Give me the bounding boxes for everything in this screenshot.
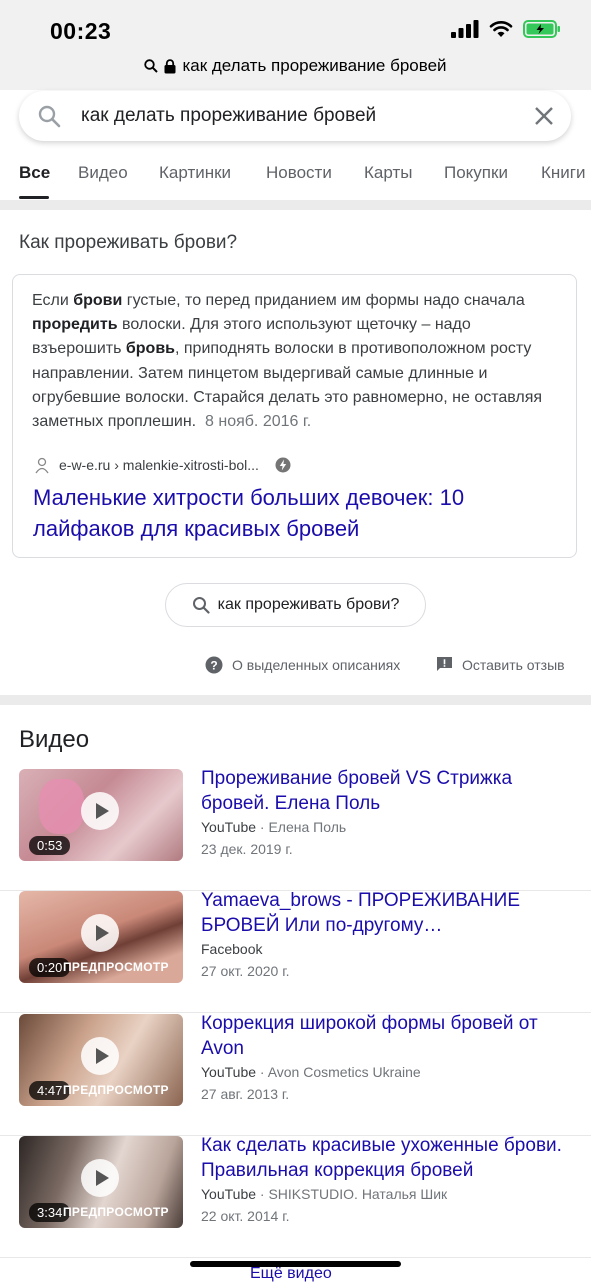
video-channel: Елена Поль bbox=[268, 819, 347, 835]
related-chip-label: как прореживать брови? bbox=[217, 596, 400, 613]
video-source: YouTube bbox=[201, 1064, 257, 1080]
video-channel: Avon Cosmetics Ukraine bbox=[267, 1064, 421, 1080]
divider bbox=[0, 1257, 591, 1258]
tab-images[interactable]: Картинки bbox=[159, 163, 231, 183]
video-result[interactable]: 4:47 ПРЕДПРОСМОТР Коррекция широкой форм… bbox=[0, 1012, 591, 1136]
search-tabs: Все Видео Картинки Новости Карты Покупки… bbox=[0, 150, 591, 200]
feedback-label: Оставить отзыв bbox=[462, 656, 565, 673]
about-snippets-label: О выделенных описаниях bbox=[232, 657, 401, 673]
tab-books[interactable]: Книги bbox=[541, 163, 585, 183]
tab-video[interactable]: Видео bbox=[78, 163, 128, 183]
snippet-part: густые, то перед приданием им формы надо… bbox=[122, 292, 525, 309]
snippet-date: 8 нояб. 2016 г. bbox=[205, 413, 312, 431]
video-date: 23 дек. 2019 г. bbox=[201, 841, 293, 857]
featured-result-link[interactable]: Маленькие хитрости больших девочек: 10 л… bbox=[33, 482, 553, 544]
video-source-line: YouTube · Елена Поль bbox=[201, 819, 347, 835]
tab-news[interactable]: Новости bbox=[266, 163, 332, 183]
video-title[interactable]: Прореживание бровей VS Стрижка бровей. Е… bbox=[201, 767, 571, 816]
tab-maps[interactable]: Карты bbox=[364, 163, 412, 183]
video-source-line: YouTube · Avon Cosmetics Ukraine bbox=[201, 1064, 421, 1080]
battery-icon bbox=[523, 20, 560, 38]
video-thumbnail[interactable]: 0:20 ПРЕДПРОСМОТР bbox=[19, 891, 183, 983]
play-icon bbox=[81, 914, 119, 952]
snippet-text: Если брови густые, то перед приданием им… bbox=[32, 289, 562, 434]
preview-label: ПРЕДПРОСМОТР bbox=[63, 1205, 169, 1219]
divider bbox=[0, 200, 591, 210]
search-input[interactable]: как делать прореживание бровей bbox=[81, 105, 376, 127]
search-icon bbox=[144, 59, 159, 73]
more-videos-link[interactable]: Ещё видео bbox=[250, 1265, 332, 1283]
play-icon bbox=[81, 1159, 119, 1197]
tab-all[interactable]: Все bbox=[19, 163, 50, 183]
video-result[interactable]: 0:20 ПРЕДПРОСМОТР Yamaeva_brows - ПРОРЕЖ… bbox=[0, 889, 591, 1013]
tab-shopping[interactable]: Покупки bbox=[444, 163, 508, 183]
video-date: 27 авг. 2013 г. bbox=[201, 1086, 290, 1102]
video-date: 27 окт. 2020 г. bbox=[201, 963, 290, 979]
feedback-icon bbox=[437, 657, 452, 671]
divider bbox=[0, 695, 591, 705]
video-source: YouTube bbox=[201, 1186, 257, 1202]
video-title[interactable]: Как сделать красивые ухоженные брови. Пр… bbox=[201, 1134, 571, 1183]
video-thumbnail[interactable]: 0:53 bbox=[19, 769, 183, 861]
snippet-bold: проредить bbox=[32, 316, 118, 334]
browser-top-bar: 00:23 как делать прореживание бровей bbox=[0, 0, 591, 90]
home-indicator[interactable] bbox=[190, 1261, 401, 1267]
preview-label: ПРЕДПРОСМОТР bbox=[63, 960, 169, 974]
video-duration: 0:53 bbox=[29, 836, 71, 855]
snippet-bold: брови bbox=[73, 292, 123, 309]
svg-text:?: ? bbox=[210, 659, 217, 673]
close-icon[interactable] bbox=[533, 105, 555, 127]
preview-label: ПРЕДПРОСМОТР bbox=[63, 1083, 169, 1097]
snippet-bold: бровь bbox=[125, 340, 175, 358]
active-tab-indicator bbox=[19, 196, 49, 199]
video-result[interactable]: 3:34 ПРЕДПРОСМОТР Как сделать красивые у… bbox=[0, 1134, 591, 1258]
about-snippets-link[interactable]: ? О выделенных описаниях bbox=[205, 656, 400, 674]
help-icon: ? bbox=[205, 656, 223, 674]
snippet-part: Если bbox=[32, 292, 74, 309]
video-title[interactable]: Коррекция широкой формы бровей от Avon bbox=[201, 1012, 571, 1061]
play-icon bbox=[81, 1037, 119, 1075]
video-channel: SHIKSTUDIO. Наталья Шик bbox=[268, 1186, 448, 1202]
featured-question: Как прореживать брови? bbox=[19, 232, 238, 253]
video-title[interactable]: Yamaeva_brows - ПРОРЕЖИВАНИЕ БРОВЕЙ Или … bbox=[201, 889, 571, 938]
video-source-line: YouTube · SHIKSTUDIO. Наталья Шик bbox=[201, 1186, 448, 1202]
url-text: как делать прореживание бровей bbox=[182, 56, 447, 75]
source-line[interactable]: e-w-e.ru › malenkie-xitrosti-bol... bbox=[33, 456, 291, 474]
search-icon bbox=[192, 597, 210, 614]
address-bar[interactable]: как делать прореживание бровей bbox=[0, 56, 591, 78]
lock-icon bbox=[164, 58, 176, 73]
source-url: e-w-e.ru › malenkie-xitrosti-bol... bbox=[59, 457, 259, 473]
featured-snippet-card: Если брови густые, то перед приданием им… bbox=[12, 274, 577, 558]
signal-icon bbox=[451, 20, 479, 38]
feedback-link[interactable]: Оставить отзыв bbox=[436, 656, 565, 673]
wifi-icon bbox=[489, 21, 513, 37]
thumbnail-shape bbox=[39, 779, 84, 834]
status-time: 00:23 bbox=[50, 18, 112, 44]
status-icons bbox=[451, 20, 561, 38]
video-thumbnail[interactable]: 4:47 ПРЕДПРОСМОТР bbox=[19, 1014, 183, 1106]
video-date: 22 окт. 2014 г. bbox=[201, 1208, 290, 1224]
video-source: YouTube bbox=[201, 819, 257, 835]
search-box[interactable]: как делать прореживание бровей bbox=[19, 91, 571, 141]
video-thumbnail[interactable]: 3:34 ПРЕДПРОСМОТР bbox=[19, 1136, 183, 1228]
video-result[interactable]: 0:53 Прореживание бровей VS Стрижка бров… bbox=[0, 767, 591, 891]
amp-bolt-icon bbox=[275, 457, 291, 473]
related-search-chip[interactable]: как прореживать брови? bbox=[165, 583, 426, 627]
site-favicon-icon bbox=[35, 457, 49, 474]
video-section-heading: Видео bbox=[19, 726, 90, 753]
search-icon bbox=[38, 105, 61, 128]
play-icon bbox=[81, 792, 119, 830]
video-source: Facebook bbox=[201, 941, 263, 957]
